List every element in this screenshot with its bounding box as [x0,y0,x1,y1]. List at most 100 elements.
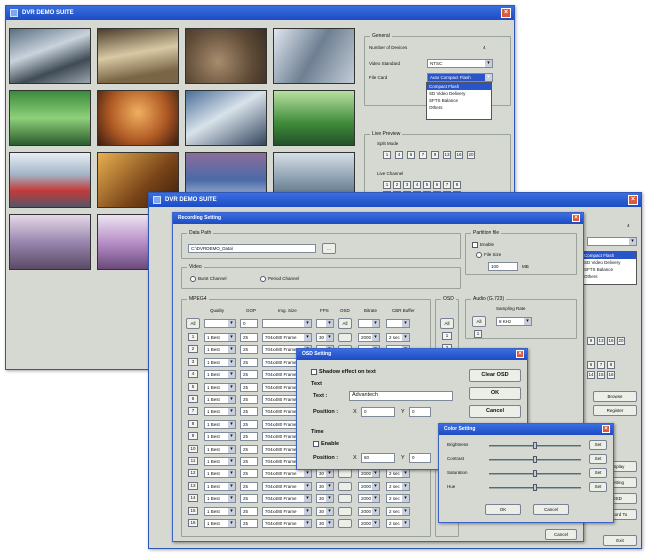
gop-input[interactable]: 25 [240,382,258,392]
gop-input[interactable]: 25 [240,444,258,454]
color-slider-thumb[interactable] [533,456,537,463]
shadow-checkbox[interactable] [311,369,317,375]
channel-button[interactable]: 6 [433,181,441,189]
fps-select[interactable]: 30 [316,506,334,516]
camera-view-3[interactable] [185,28,267,84]
bitrate-select[interactable]: 2000 [358,469,380,479]
quality-select[interactable]: 1 Best [204,506,236,516]
color-cancel-button[interactable]: Cancel [533,504,569,515]
audio-channel-button[interactable]: 1 [474,330,482,338]
quality-select[interactable]: 1 Best [204,432,236,442]
camera-view-2[interactable] [97,28,179,84]
osd-row-button[interactable] [338,333,352,342]
buffer-select[interactable]: 2 sec [386,469,410,479]
quality-select[interactable]: 1 Best [204,407,236,417]
file-card-option[interactable]: SFTS Balance [582,266,636,273]
camera-view-6[interactable] [97,90,179,146]
color-ok-button[interactable]: OK [485,504,521,515]
split-mode-button[interactable]: 4 [395,151,403,159]
fps-select[interactable]: 30 [316,469,334,479]
quality-select[interactable]: 1 Best [204,469,236,479]
bitrate-select[interactable]: 2000 [358,494,380,504]
file-card-option[interactable]: Compact Flash [582,252,636,259]
data-path-input[interactable]: C:\DVRDEMO_Data\ [188,244,316,253]
channel-button[interactable]: 5 [423,181,431,189]
file-card-option[interactable]: Compact Flash [427,83,491,90]
osd-row-button[interactable] [338,469,352,479]
channel-number[interactable]: 8 [188,419,198,428]
file-card-option[interactable]: SFTS Balance [427,97,491,104]
channel-button[interactable]: 7 [443,181,451,189]
gop-input[interactable]: 25 [240,345,258,355]
image-size-select[interactable]: 704x480 Frame [262,481,312,491]
channel-number[interactable]: 13 [188,481,198,490]
camera-view-5[interactable] [9,90,91,146]
channel-number[interactable]: 6 [188,395,198,403]
split-mode-button[interactable]: 13 [443,151,451,159]
channel-number[interactable]: 16 [188,519,198,527]
split-mode-button[interactable]: 7 [419,151,427,159]
split-mode-button[interactable]: 6 [407,151,415,159]
channel-number[interactable]: 2 [188,345,198,354]
camera-view-13[interactable] [9,214,91,270]
osd-cancel-button[interactable]: Cancel [469,405,521,418]
file-card-option[interactable]: Others [582,273,636,280]
camera-view-1[interactable] [9,28,91,84]
split-mode-button[interactable]: 20 [467,151,475,159]
file-size-radio[interactable] [476,252,482,258]
fps-select[interactable]: 30 [316,519,334,528]
gop-input[interactable]: 25 [240,419,258,429]
split-mode-button[interactable]: 9 [431,151,439,159]
channel-number[interactable]: 11 [188,457,198,465]
quality-select[interactable]: 1 Best [204,370,236,380]
channel-button[interactable]: 7 [597,361,605,369]
camera-view-9[interactable] [9,152,91,208]
channel-number[interactable]: 7 [188,407,198,416]
time-x-input[interactable]: 60 [361,453,395,463]
buffer-select[interactable]: 2 sec [386,333,410,342]
camera-view-8[interactable] [273,90,355,146]
gop-input[interactable]: 25 [240,457,258,466]
osd-row-button[interactable] [338,481,352,491]
file-card-option[interactable]: SD Video Delivery [582,259,636,266]
time-enable-checkbox[interactable] [313,441,319,447]
file-card-dropdown[interactable]: Compact Flash SD Video Delivery SFTS Bal… [581,251,637,285]
file-card-dropdown[interactable]: Compact Flash SD Video Delivery SFTS Bal… [426,82,492,120]
gop-input[interactable]: 25 [240,494,258,504]
all-gop-input[interactable]: 0 [240,319,258,328]
color-set-button[interactable]: Set [589,482,607,492]
register-button[interactable]: Register [593,405,637,416]
gop-input[interactable]: 25 [240,506,258,516]
bitrate-select[interactable]: 2000 [358,506,380,516]
all-bitrate-select[interactable] [358,319,380,328]
sampling-rate-select[interactable]: 8 KHz [496,317,532,326]
all-buffer-select[interactable] [386,319,410,328]
buffer-select[interactable]: 2 sec [386,519,410,528]
channel-number[interactable]: 12 [188,469,198,478]
osd-ok-button[interactable]: OK [469,387,521,400]
period-channel-radio[interactable] [260,276,266,282]
split-mode-button[interactable]: 9 [587,337,595,345]
all-fps-select[interactable] [316,319,334,328]
fps-select[interactable]: 30 [316,333,334,342]
quality-select[interactable]: 1 Best [204,345,236,355]
gop-input[interactable]: 25 [240,519,258,528]
buffer-select[interactable]: 2 sec [386,494,410,504]
quality-select[interactable]: 1 Best [204,395,236,404]
osd-channel-button[interactable]: 1 [442,332,452,340]
all-osd-button[interactable]: All [338,318,352,329]
quality-select[interactable]: 1 Best [204,457,236,466]
split-mode-button[interactable]: 20 [617,337,625,345]
channel-number[interactable]: 9 [188,432,198,441]
color-set-button[interactable]: Set [589,468,607,478]
quality-select[interactable]: 1 Best [204,494,236,504]
channel-button[interactable]: 14 [587,371,595,379]
recording-cancel-button[interactable]: Cancel [545,529,577,540]
fps-select[interactable]: 30 [316,481,334,491]
bitrate-select[interactable]: 2000 [358,481,380,491]
time-y-input[interactable]: 0 [409,453,431,463]
channel-button[interactable]: 15 [597,371,605,379]
channel-number[interactable]: 4 [188,370,198,379]
channel-button[interactable]: 3 [403,181,411,189]
color-slider-thumb[interactable] [533,442,537,449]
